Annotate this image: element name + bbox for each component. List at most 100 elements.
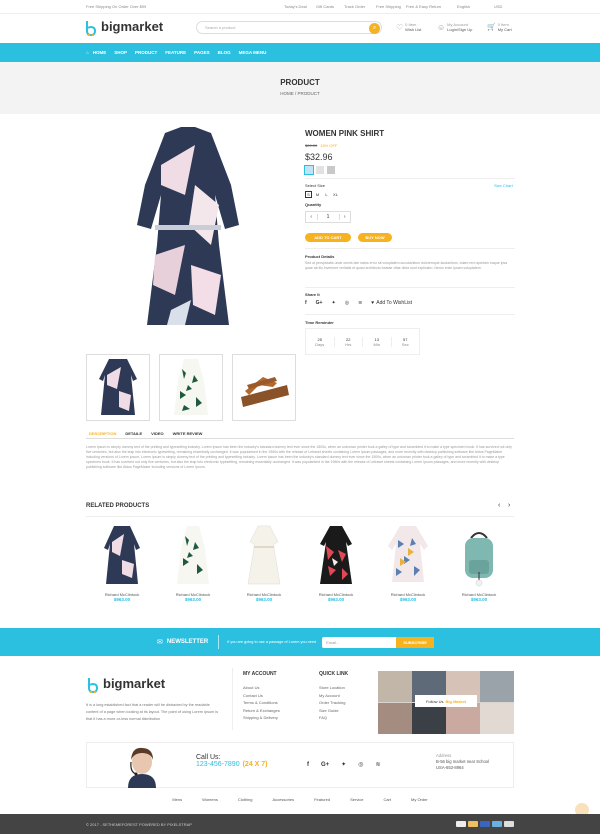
twitter-icon[interactable]: ✦ (331, 300, 335, 306)
footer-menu-link[interactable]: Featured (314, 797, 330, 802)
buy-now-button[interactable]: BUY NOW (358, 233, 392, 242)
size-chart-link[interactable]: Size Chart (494, 183, 513, 188)
subscribe-button[interactable]: SUBSCRIBE (396, 636, 435, 648)
topbar-link[interactable]: Gift Cards (316, 4, 334, 9)
nav-item[interactable]: BLOG (218, 50, 231, 55)
footer-link[interactable]: About Us (243, 684, 280, 692)
related-product[interactable]: Richard McClintock $963.00 (378, 522, 438, 622)
footer-menu-link[interactable]: Clothing (238, 797, 253, 802)
logo[interactable]: bigmarket (84, 19, 163, 36)
related-product[interactable]: Richard McClintock $963.00 (449, 522, 509, 622)
chevron-right-icon[interactable]: › (508, 502, 510, 509)
instagram-icon[interactable]: ◎ (358, 761, 363, 768)
size-option[interactable]: M (314, 191, 321, 198)
gallery-photo[interactable] (480, 703, 514, 734)
google-plus-icon[interactable]: G+ (321, 762, 329, 768)
instagram-gallery[interactable]: Follow Us Big Market (378, 671, 514, 734)
gallery-photo[interactable] (378, 671, 412, 702)
topbar-link[interactable]: Today's Deal (284, 4, 307, 9)
related-product[interactable]: Richard McClintock $963.00 (234, 522, 294, 622)
chevron-left-icon[interactable]: ‹ (498, 502, 500, 509)
email-input[interactable]: Email... (322, 640, 396, 645)
countdown-timer: 25 Days 22 Hrs 13 Min 57 Sec (305, 328, 420, 355)
topbar-link[interactable]: Track Order (344, 4, 365, 9)
add-to-wishlist-link[interactable]: Add To WishList (376, 300, 412, 306)
chevron-left-icon[interactable]: ‹ (306, 214, 318, 220)
thumbnail-image[interactable] (159, 354, 223, 421)
quantity-stepper[interactable]: ‹ 1 › (305, 211, 351, 223)
currency-select[interactable]: USD (494, 4, 502, 9)
twitter-icon[interactable]: ✦ (341, 761, 346, 768)
gallery-photo[interactable] (378, 703, 412, 734)
search-input[interactable]: Search a product ⌕ (196, 21, 382, 34)
footer-menu-link[interactable]: My Order (411, 797, 428, 802)
phone-number[interactable]: 123-456-7890 (196, 761, 240, 768)
footer-logo[interactable]: bigmarket (86, 676, 165, 693)
size-option[interactable]: L (323, 191, 330, 198)
main-product-image[interactable] (115, 125, 261, 335)
gallery-photo[interactable] (446, 703, 480, 734)
nav-item[interactable]: SHOP (114, 50, 127, 55)
nav-item[interactable]: MEGA MENU (239, 50, 267, 55)
related-product[interactable]: Richard McClintock $963.00 (163, 522, 223, 622)
tab-review[interactable]: WRITE REVIEW (173, 431, 203, 436)
footer-menu-link[interactable]: Mens (172, 797, 182, 802)
search-icon[interactable]: ⌕ (369, 23, 380, 34)
nav-item[interactable]: FEATURE (165, 50, 186, 55)
related-product[interactable]: Richard McClintock $963.00 (306, 522, 366, 622)
facebook-icon[interactable]: f (305, 300, 307, 306)
instagram-icon[interactable]: ◎ (345, 300, 349, 306)
footer-link[interactable]: FAQ (319, 714, 348, 722)
footer-link[interactable]: Contact Us (243, 692, 280, 700)
topbar-link[interactable]: Free Shipping (376, 4, 401, 9)
thumbnail-image[interactable] (232, 354, 296, 421)
size-option[interactable]: XL (332, 191, 339, 198)
facebook-icon[interactable]: f (307, 762, 309, 768)
rss-icon[interactable]: ≋ (358, 300, 362, 306)
tab-description[interactable]: DESCRIPTION (89, 431, 116, 436)
footer-menu-link[interactable]: Cart (383, 797, 391, 802)
footer-menu-link[interactable]: Service (350, 797, 363, 802)
tab-detail[interactable]: DETAILE (125, 431, 142, 436)
nav-item[interactable]: PAGES (194, 50, 209, 55)
chevron-right-icon[interactable]: › (338, 214, 351, 220)
cart-link[interactable]: 🛒 0 Item My Cart (487, 22, 512, 32)
nav-item[interactable]: PRODUCT (135, 50, 157, 55)
footer-menu-link[interactable]: Accessories (273, 797, 295, 802)
footer-link[interactable]: Shipping & Delivery (243, 714, 280, 722)
color-swatch[interactable] (304, 165, 314, 175)
footer-link[interactable]: My Account (319, 692, 348, 700)
footer-link[interactable]: Size Guide (319, 707, 348, 715)
size-option[interactable]: S (305, 191, 312, 198)
wishlist-link[interactable]: ♡ 0 Item Wish List (396, 22, 421, 32)
related-product[interactable]: Richard McClintock $963.00 (92, 522, 152, 622)
logo-icon (86, 677, 100, 693)
account-link[interactable]: ☺ My Account Login/Sign Up (437, 22, 472, 32)
breadcrumb[interactable]: HOME / PRODUCT (0, 91, 600, 96)
rss-icon[interactable]: ≋ (375, 761, 380, 768)
home-icon[interactable]: ⌂ (86, 50, 89, 55)
footer-menu-link[interactable]: Womens (202, 797, 218, 802)
gallery-photo[interactable] (480, 671, 514, 702)
language-select[interactable]: English (457, 4, 470, 9)
color-swatch[interactable] (316, 166, 324, 174)
quantity-value[interactable]: 1 (318, 214, 339, 220)
quick-link-column: QUICK LINK Store Location My Account Ord… (319, 671, 348, 722)
thumbnail-image[interactable] (86, 354, 150, 421)
footer-link[interactable]: Terms & Conditions (243, 699, 280, 707)
tab-video[interactable]: VIDEO (151, 431, 163, 436)
heart-icon[interactable]: ♥ (371, 300, 374, 306)
topbar-link[interactable]: Free & Easy Return (406, 4, 441, 9)
logo-icon (84, 20, 98, 36)
nav-item[interactable]: HOME (93, 50, 107, 55)
product-price: $963.00 (255, 597, 273, 602)
footer-link[interactable]: Store Location (319, 684, 348, 692)
add-to-cart-button[interactable]: ADD TO CART (305, 233, 351, 242)
google-plus-icon[interactable]: G+ (316, 300, 323, 306)
footer-link[interactable]: Return & Exchanges (243, 707, 280, 715)
timer-days: 25 Days (306, 336, 335, 347)
color-swatch[interactable] (327, 166, 335, 174)
gallery-photo[interactable] (412, 703, 446, 734)
instagram-handle[interactable]: Big Market (446, 699, 466, 704)
footer-link[interactable]: Order Tracking (319, 699, 348, 707)
